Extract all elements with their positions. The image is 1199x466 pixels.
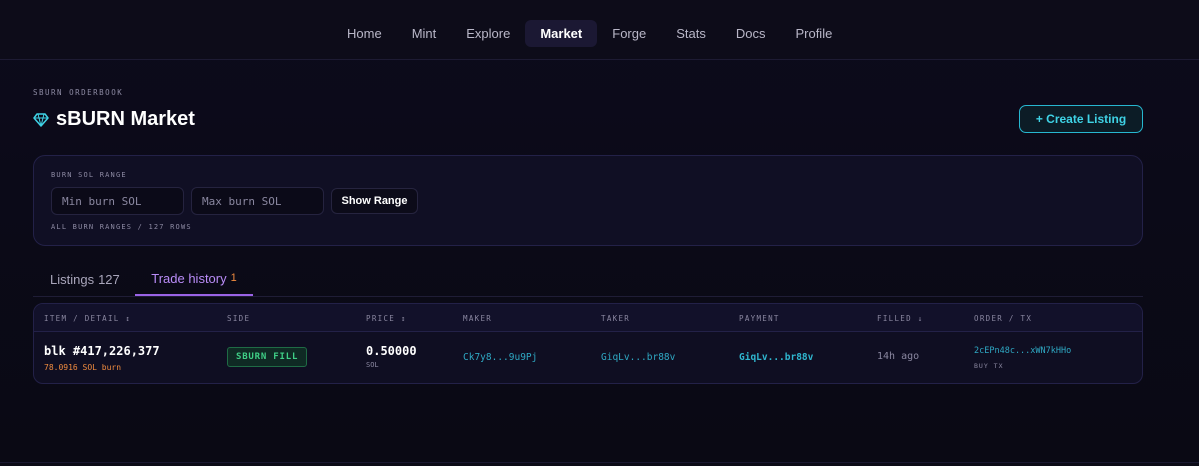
nav-mint[interactable]: Mint bbox=[397, 20, 452, 47]
order-tx-type: BUY TX bbox=[974, 362, 1004, 370]
nav-explore[interactable]: Explore bbox=[451, 20, 525, 47]
page-bottom-border bbox=[0, 462, 1199, 466]
col-order: ORDER / TX bbox=[974, 314, 1033, 323]
show-range-button[interactable]: Show Range bbox=[331, 188, 418, 214]
price-unit: SOL bbox=[366, 361, 379, 369]
tab-history-count: 1 bbox=[230, 272, 237, 284]
burn-range-filter: BURN SOL RANGE Min burn SOL Max burn SOL… bbox=[33, 155, 1143, 246]
nav-docs[interactable]: Docs bbox=[721, 20, 781, 47]
nav-profile[interactable]: Profile bbox=[780, 20, 847, 47]
range-label: BURN SOL RANGE bbox=[51, 171, 127, 179]
page-title: sBURN Market bbox=[56, 108, 195, 130]
tab-listings-label: Listings bbox=[50, 271, 95, 287]
range-summary: ALL BURN RANGES / 127 ROWS bbox=[51, 223, 192, 231]
col-taker: TAKER bbox=[601, 314, 631, 323]
side-badge: SBURN FILL bbox=[227, 347, 308, 367]
col-payment: PAYMENT bbox=[739, 314, 780, 323]
tab-listings-count: 127 bbox=[98, 271, 120, 287]
nav-market[interactable]: Market bbox=[525, 19, 598, 47]
create-listing-button[interactable]: + Create Listing bbox=[1019, 105, 1143, 133]
min-burn-input[interactable]: Min burn SOL bbox=[51, 187, 184, 215]
main-nav: Home Mint Explore Market Forge Stats Doc… bbox=[332, 19, 847, 47]
col-filled[interactable]: FILLED ↓ bbox=[877, 314, 924, 323]
diamond-icon bbox=[33, 112, 49, 127]
col-item[interactable]: ITEM / DETAIL ↕ bbox=[44, 314, 131, 323]
max-burn-input[interactable]: Max burn SOL bbox=[191, 187, 324, 215]
nav-home[interactable]: Home bbox=[332, 20, 397, 47]
price-value: 0.50000 bbox=[366, 344, 417, 358]
nav-stats[interactable]: Stats bbox=[661, 20, 721, 47]
tab-history-label: Trade history bbox=[151, 270, 227, 286]
maker-link[interactable]: Ck7y8...9u9Pj bbox=[463, 352, 537, 363]
nav-forge[interactable]: Forge bbox=[597, 20, 661, 47]
order-tx-link[interactable]: 2cEPn48c...xWN7kHHo bbox=[974, 346, 1071, 356]
trade-history-table: ITEM / DETAIL ↕ SIDE PRICE ↕ MAKER TAKER… bbox=[33, 303, 1143, 384]
top-navbar: Home Mint Explore Market Forge Stats Doc… bbox=[0, 0, 1199, 60]
item-title: blk #417,226,377 bbox=[44, 344, 160, 358]
col-maker: MAKER bbox=[463, 314, 493, 323]
market-tabs: Listings 127 Trade history 1 bbox=[33, 262, 1143, 297]
table-header: ITEM / DETAIL ↕ SIDE PRICE ↕ MAKER TAKER… bbox=[34, 304, 1142, 332]
item-detail: 78.0916 SOL burn bbox=[44, 363, 122, 372]
payment-link[interactable]: GiqLv...br88v bbox=[739, 352, 813, 363]
col-price[interactable]: PRICE ↕ bbox=[366, 314, 407, 323]
page-eyebrow: SBURN ORDERBOOK bbox=[33, 88, 124, 97]
tab-listings[interactable]: Listings 127 bbox=[50, 262, 120, 296]
filled-time: 14h ago bbox=[877, 351, 920, 362]
col-side: SIDE bbox=[227, 314, 251, 323]
page-title-row: sBURN Market bbox=[33, 108, 195, 131]
taker-link[interactable]: GiqLv...br88v bbox=[601, 352, 675, 363]
tab-trade-history[interactable]: Trade history 1 bbox=[135, 262, 253, 296]
